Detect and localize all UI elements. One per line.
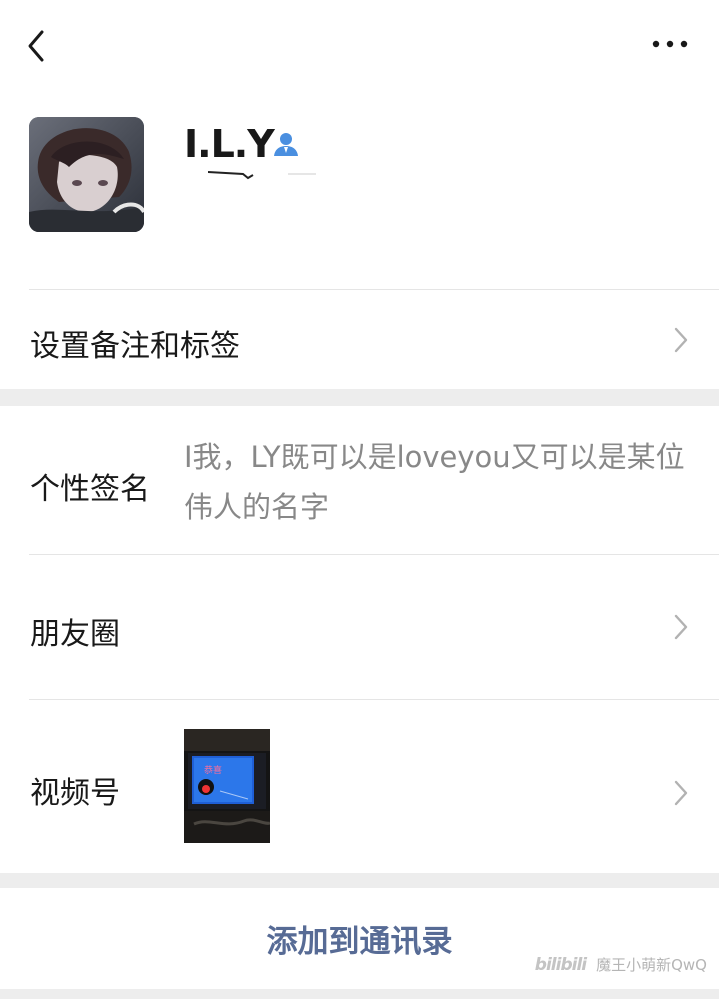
remark-and-tags-label: 设置备注和标签 [30,329,240,364]
moments-row[interactable]: 朋友圈 [0,555,719,699]
channels-row[interactable]: 视频号 恭喜 [0,700,719,873]
back-icon[interactable] [22,26,52,66]
signature-text: I我，LY既可以是loveyou又可以是某位伟人的名字 [184,440,685,524]
signature-row: 个性签名 I我，LY既可以是loveyou又可以是某位伟人的名字 [0,406,719,554]
more-icon[interactable] [650,36,690,52]
avatar-image [29,117,144,232]
chevron-right-icon [674,780,688,806]
signature-label: 个性签名 [30,472,150,507]
chevron-right-icon [674,614,688,640]
watermark: bilibili 魔王小萌新QwQ [535,954,707,975]
video-thumbnail-image: 恭喜 [184,729,270,843]
moments-label: 朋友圈 [30,617,120,652]
profile-info-section: 个性签名 I我，LY既可以是loveyou又可以是某位伟人的名字 朋友圈 视频号… [0,406,719,873]
profile-header-section: I.L.Y 设置备注和标签 [0,0,719,389]
channel-video-thumbnail[interactable]: 恭喜 [184,729,270,843]
redaction-mark [208,171,316,180]
svg-text:恭喜: 恭喜 [204,764,222,776]
watermark-logo: bilibili [534,954,587,975]
profile-name: I.L.Y [184,122,275,166]
chevron-right-icon [674,327,688,353]
remark-and-tags-row[interactable]: 设置备注和标签 [0,290,719,389]
action-section: 添加到通讯录 bilibili 魔王小萌新QwQ [0,888,719,989]
contact-icon [274,133,298,156]
watermark-text: 魔王小萌新QwQ [596,956,707,974]
channels-label: 视频号 [30,776,120,811]
avatar[interactable] [29,117,144,232]
